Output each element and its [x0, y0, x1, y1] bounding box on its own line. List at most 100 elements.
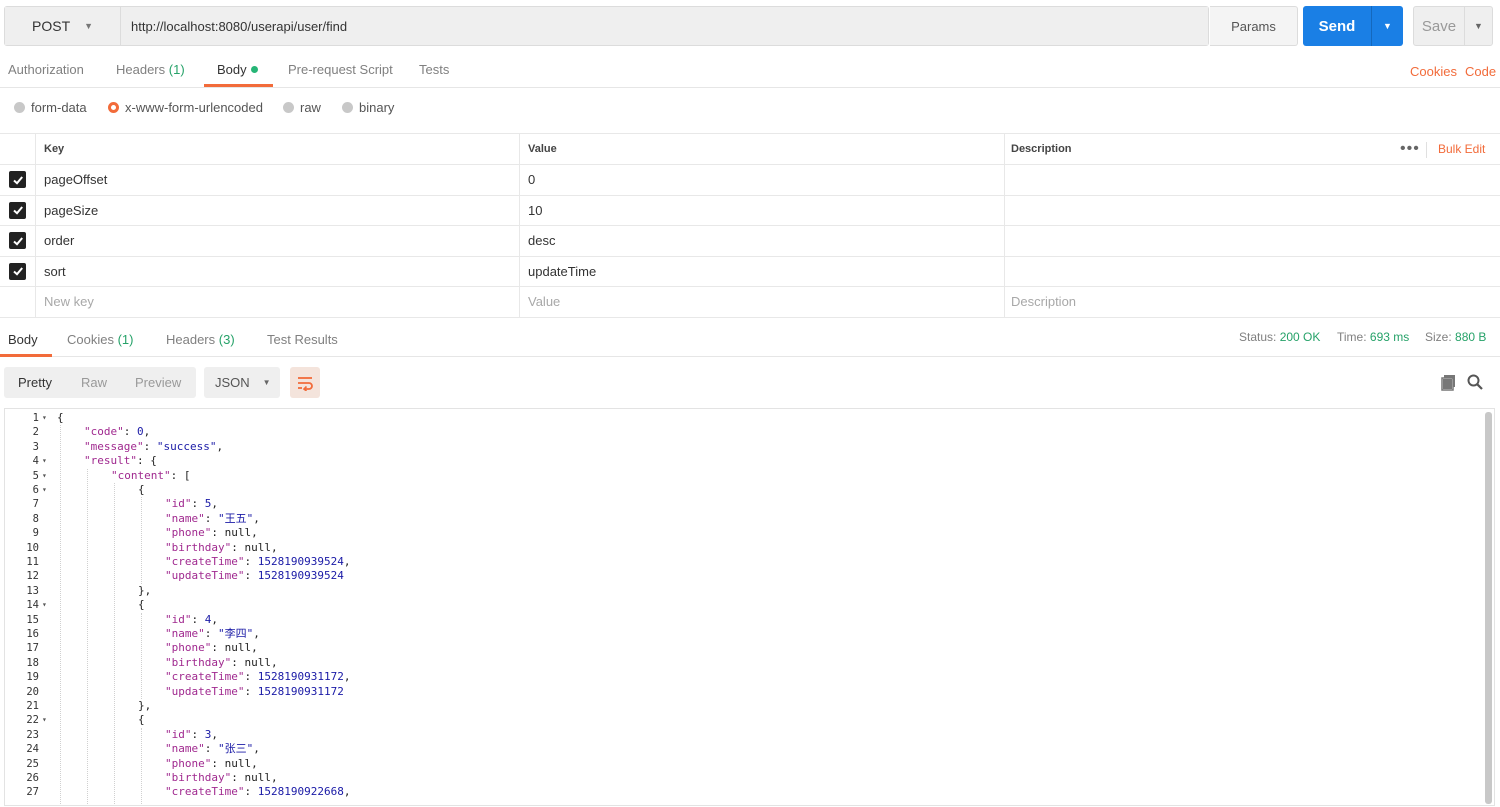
radio-binary[interactable]: binary	[342, 100, 394, 115]
new-description-input[interactable]: Description	[1005, 287, 1500, 317]
row-checkbox[interactable]	[9, 262, 26, 280]
url-input[interactable]: http://localhost:8080/userapi/user/find	[121, 7, 1208, 45]
json-punctuation: :	[244, 785, 258, 799]
code-text: "id": 5,	[165, 497, 218, 511]
view-preview[interactable]: Preview	[135, 375, 181, 390]
code-line: 8 "name": "王五",	[5, 512, 1445, 526]
key-input[interactable]: pageSize	[36, 195, 520, 225]
line-number: 5	[32, 469, 39, 482]
line-number: 17	[26, 642, 39, 655]
send-button[interactable]: Send ▼	[1303, 6, 1403, 46]
json-punctuation: : null,	[211, 526, 258, 540]
params-table: Key Value Description ••• Bulk Edit page…	[0, 133, 1500, 318]
json-punctuation: {	[138, 713, 145, 727]
value-input[interactable]: desc	[520, 226, 1005, 256]
tab-response-body[interactable]: Body	[8, 332, 38, 347]
code-line: 24 "name": "张三",	[5, 742, 1445, 756]
json-punctuation: : [	[170, 468, 191, 482]
code-link[interactable]: Code	[1465, 64, 1496, 79]
bulk-edit-link[interactable]: Bulk Edit	[1438, 134, 1485, 164]
code-line: 23 "id": 3,	[5, 728, 1445, 742]
more-options-icon[interactable]: •••	[1400, 134, 1420, 164]
key-input[interactable]: order	[36, 226, 520, 256]
key-input[interactable]: pageOffset	[36, 165, 520, 195]
fold-toggle-icon[interactable]: ▾	[42, 454, 47, 468]
radio-selected-icon	[108, 102, 119, 113]
fold-toggle-icon[interactable]: ▾	[42, 483, 47, 497]
save-button[interactable]: Save ▼	[1413, 6, 1493, 46]
request-tabs: Authorization Headers (1) Body Pre-reque…	[0, 52, 1500, 88]
json-punctuation: :	[191, 727, 205, 741]
line-number: 11	[26, 556, 39, 568]
code-text: "birthday": null,	[165, 656, 278, 670]
fold-toggle-icon[interactable]: ▾	[42, 713, 47, 727]
view-raw[interactable]: Raw	[81, 375, 107, 390]
search-icon[interactable]	[1466, 373, 1484, 391]
code-text: "phone": null,	[165, 526, 258, 540]
row-checkbox[interactable]	[9, 201, 26, 219]
fold-toggle-icon[interactable]: ▾	[42, 469, 47, 483]
line-number: 15	[26, 613, 39, 626]
format-select[interactable]: JSON ▼	[204, 367, 280, 398]
code-text: "message": "success",	[84, 440, 223, 454]
line-number: 24	[26, 743, 39, 756]
copy-icon[interactable]	[1440, 373, 1458, 391]
value-input[interactable]: 10	[520, 195, 1005, 225]
tab-test-results[interactable]: Test Results	[267, 332, 338, 347]
response-body-editor[interactable]: 1 ▾{2 "code": 0, 3 "message": "success", 4 ▾ "r…	[4, 408, 1495, 806]
save-options-chevron-down-icon[interactable]: ▼	[1465, 21, 1492, 31]
code-line: 10 "birthday": null,	[5, 541, 1445, 555]
description-input[interactable]	[1005, 196, 1500, 226]
json-punctuation: :	[123, 425, 137, 439]
fold-toggle-icon[interactable]: ▾	[42, 598, 47, 612]
method-select[interactable]: POST ▼	[5, 7, 121, 45]
new-value-input[interactable]: Value	[520, 287, 1005, 317]
code-line: 7 "id": 5,	[5, 497, 1445, 511]
code-line: 4 ▾ "result": {	[5, 454, 1445, 468]
description-input[interactable]	[1005, 226, 1500, 256]
description-input[interactable]	[1005, 165, 1500, 195]
tab-body[interactable]: Body	[217, 62, 258, 77]
json-punctuation: :	[244, 684, 258, 698]
tab-tests[interactable]: Tests	[419, 62, 449, 77]
json-key: "name"	[165, 511, 205, 525]
header-check-cell	[0, 134, 36, 164]
description-input[interactable]	[1005, 257, 1500, 287]
params-button[interactable]: Params	[1210, 6, 1298, 46]
json-punctuation: ,	[211, 727, 218, 741]
json-punctuation: :	[244, 569, 258, 583]
code-line: 15 "id": 4,	[5, 613, 1445, 627]
code-line: 11 "createTime": 1528190939524,	[5, 555, 1445, 569]
view-pretty[interactable]: Pretty	[18, 375, 52, 390]
tab-label: Tests	[419, 62, 450, 77]
line-number: 9	[32, 527, 39, 540]
tab-pre-request-script[interactable]: Pre-request Script	[288, 62, 393, 77]
vertical-scrollbar[interactable]	[1485, 412, 1492, 804]
value-input[interactable]: updateTime	[520, 256, 1005, 286]
radio-raw[interactable]: raw	[283, 100, 321, 115]
row-checkbox[interactable]	[9, 171, 26, 189]
tab-response-headers[interactable]: Headers (3)	[166, 332, 235, 347]
json-punctuation: ,	[216, 439, 224, 453]
new-key-input[interactable]: New key	[36, 287, 520, 317]
code-text: {	[138, 713, 145, 727]
response-toolbar: Pretty Raw Preview JSON ▼	[0, 367, 1500, 399]
tab-authorization[interactable]: Authorization	[8, 62, 84, 77]
code-line: 3 "message": "success",	[5, 440, 1445, 454]
tab-headers[interactable]: Headers (1)	[116, 62, 185, 77]
wrap-lines-button[interactable]	[290, 367, 320, 398]
row-checkbox-cell	[0, 287, 36, 317]
row-checkbox[interactable]	[9, 232, 26, 250]
cookies-link[interactable]: Cookies	[1410, 64, 1457, 79]
radio-form-data[interactable]: form-data	[14, 100, 87, 115]
code-line: 17 "phone": null,	[5, 641, 1445, 655]
chevron-down-icon: ▼	[262, 378, 271, 387]
fold-toggle-icon[interactable]: ▾	[42, 411, 47, 425]
value-input[interactable]: 0	[520, 165, 1005, 195]
json-punctuation: ,	[343, 555, 351, 568]
key-input[interactable]: sort	[36, 256, 520, 286]
radio-x-www-form-urlencoded[interactable]: x-www-form-urlencoded	[108, 100, 263, 115]
tab-response-cookies[interactable]: Cookies (1)	[67, 332, 133, 347]
code-line: 21},	[5, 699, 1445, 713]
send-options-chevron-down-icon[interactable]: ▼	[1372, 21, 1403, 31]
